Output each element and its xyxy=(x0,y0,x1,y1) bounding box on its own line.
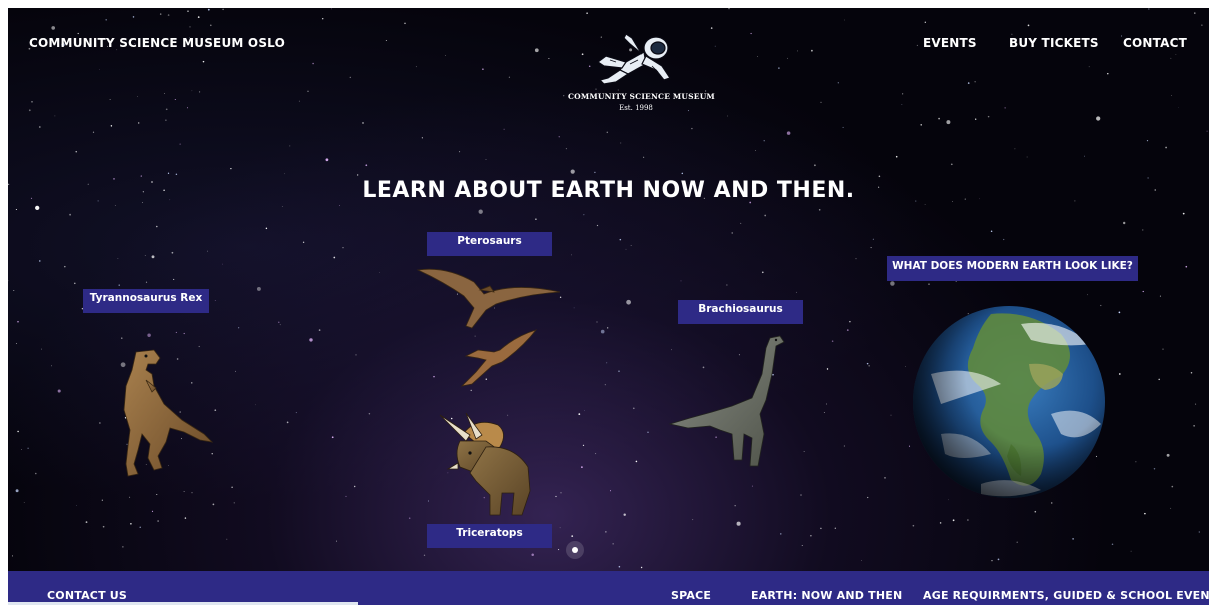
logo-title: COMMUNITY SCIENCE MUSEUM xyxy=(568,92,715,101)
footer-bar: CONTACT US SPACE EARTH: NOW AND THEN AGE… xyxy=(8,571,1209,605)
earth-globe-image[interactable] xyxy=(911,304,1107,500)
page-frame: COMMUNITY SCIENCE MUSEUM OSLO EVENTS BUY… xyxy=(8,8,1209,605)
label-tyrannosaurus-rex[interactable]: Tyrannosaurus Rex xyxy=(83,289,209,313)
label-triceratops[interactable]: Triceratops xyxy=(427,524,552,548)
footer-space[interactable]: SPACE xyxy=(671,589,711,602)
label-modern-earth[interactable]: WHAT DOES MODERN EARTH LOOK LIKE? xyxy=(887,256,1138,281)
trex-image[interactable] xyxy=(108,346,218,481)
astronaut-logo-icon xyxy=(596,33,671,85)
triceratops-image[interactable] xyxy=(436,411,536,521)
pterosaur-image-small[interactable] xyxy=(456,326,541,391)
footer-age-requirements[interactable]: AGE REQUIRMENTS, GUIDED & SCHOOL EVENTS xyxy=(923,589,1209,602)
nav-contact[interactable]: CONTACT xyxy=(1123,36,1187,50)
footer-contact-us[interactable]: CONTACT US xyxy=(47,589,127,602)
label-brachiosaurus[interactable]: Brachiosaurus xyxy=(678,300,803,324)
brachiosaurus-image[interactable] xyxy=(668,334,793,474)
footer-earth-now-and-then[interactable]: EARTH: NOW AND THEN xyxy=(751,589,902,602)
nav-buy-tickets[interactable]: BUY TICKETS xyxy=(1009,36,1099,50)
site-name-link[interactable]: COMMUNITY SCIENCE MUSEUM OSLO xyxy=(29,36,285,50)
label-pterosaurs[interactable]: Pterosaurs xyxy=(427,232,552,256)
museum-logo[interactable]: COMMUNITY SCIENCE MUSEUM Est. 1998 xyxy=(568,26,715,112)
logo-established: Est. 1998 xyxy=(619,104,653,112)
nav-events[interactable]: EVENTS xyxy=(923,36,977,50)
pterosaur-image-large[interactable] xyxy=(416,264,566,334)
page-headline: LEARN ABOUT EARTH NOW AND THEN. xyxy=(362,178,855,203)
